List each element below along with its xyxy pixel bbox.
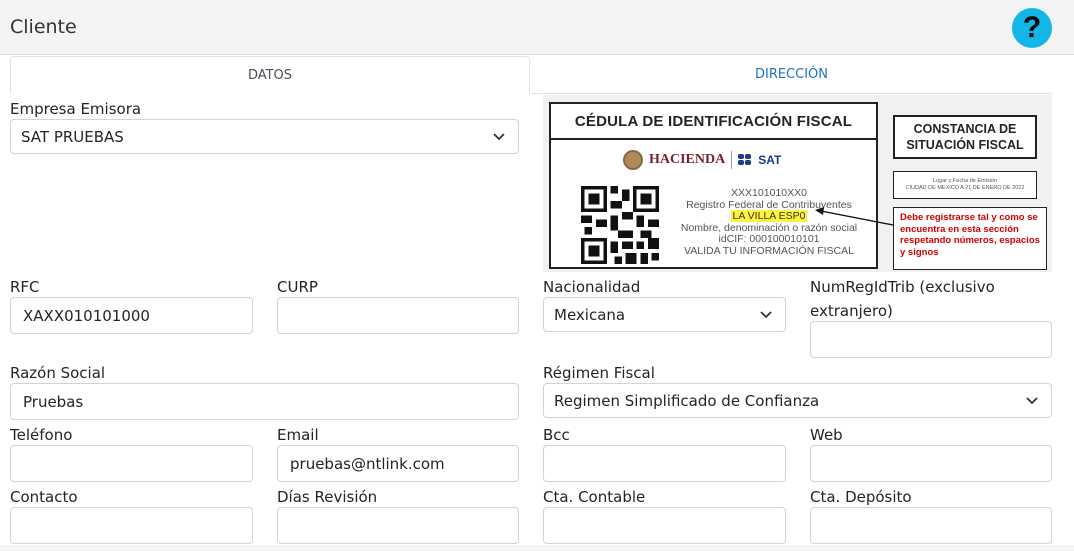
regimen-fiscal-value: Regimen Simplificado de Confianza — [554, 391, 820, 410]
empresa-emisora-value: SAT PRUEBAS — [21, 127, 124, 146]
page-header: Cliente ? — [0, 0, 1074, 55]
chevron-down-icon — [760, 311, 772, 319]
arrow-icon — [815, 207, 894, 226]
regimen-fiscal-label: Régimen Fiscal — [543, 364, 655, 382]
curp-field[interactable] — [277, 297, 519, 334]
bottom-divider — [0, 545, 1074, 551]
curp-label: CURP — [277, 278, 318, 296]
question-icon: ? — [1022, 11, 1042, 44]
razon-social-label: Razón Social — [10, 364, 106, 382]
help-button[interactable]: ? — [1012, 8, 1052, 48]
cta-deposito-field[interactable] — [810, 507, 1052, 544]
bcc-label: Bcc — [543, 426, 570, 444]
numregidtrib-label-cont: extranjero) — [810, 302, 893, 320]
regimen-fiscal-select[interactable]: Regimen Simplificado de Confianza — [543, 383, 1052, 418]
cedula-fiscal-image: CÉDULA DE IDENTIFICACIÓN FISCAL HACIENDA… — [543, 95, 1052, 272]
contacto-label: Contacto — [10, 488, 78, 506]
page-title: Cliente — [10, 16, 77, 38]
tab-datos[interactable]: DATOS — [10, 56, 530, 94]
chevron-down-icon — [1026, 397, 1038, 405]
cta-contable-field[interactable] — [543, 507, 786, 544]
telefono-label: Teléfono — [10, 426, 73, 444]
cta-contable-label: Cta. Contable — [543, 488, 646, 506]
empresa-emisora-label: Empresa Emisora — [10, 100, 142, 118]
rfc-field[interactable]: XAXX010101000 — [10, 297, 253, 334]
rfc-label: RFC — [10, 278, 40, 296]
dias-revision-field[interactable] — [277, 507, 519, 544]
cta-deposito-label: Cta. Depósito — [810, 488, 912, 506]
numregidtrib-field[interactable] — [810, 321, 1052, 358]
chevron-down-icon — [493, 133, 505, 141]
dias-revision-label: Días Revisión — [277, 488, 378, 506]
email-label: Email — [277, 426, 319, 444]
web-label: Web — [810, 426, 843, 444]
nacionalidad-label: Nacionalidad — [543, 278, 641, 296]
web-field[interactable] — [810, 445, 1052, 482]
razon-social-field[interactable]: Pruebas — [10, 383, 519, 420]
nacionalidad-value: Mexicana — [554, 305, 626, 324]
bcc-field[interactable] — [543, 445, 786, 482]
email-field[interactable]: pruebas@ntlink.com — [277, 445, 519, 482]
empresa-emisora-select[interactable]: SAT PRUEBAS — [10, 119, 519, 154]
nacionalidad-select[interactable]: Mexicana — [543, 297, 786, 332]
numregidtrib-label: NumRegIdTrib (exclusivo — [810, 278, 995, 296]
tab-direccion[interactable]: DIRECCIÓN — [531, 56, 1052, 94]
contacto-field[interactable] — [10, 507, 253, 544]
telefono-field[interactable] — [10, 445, 253, 482]
